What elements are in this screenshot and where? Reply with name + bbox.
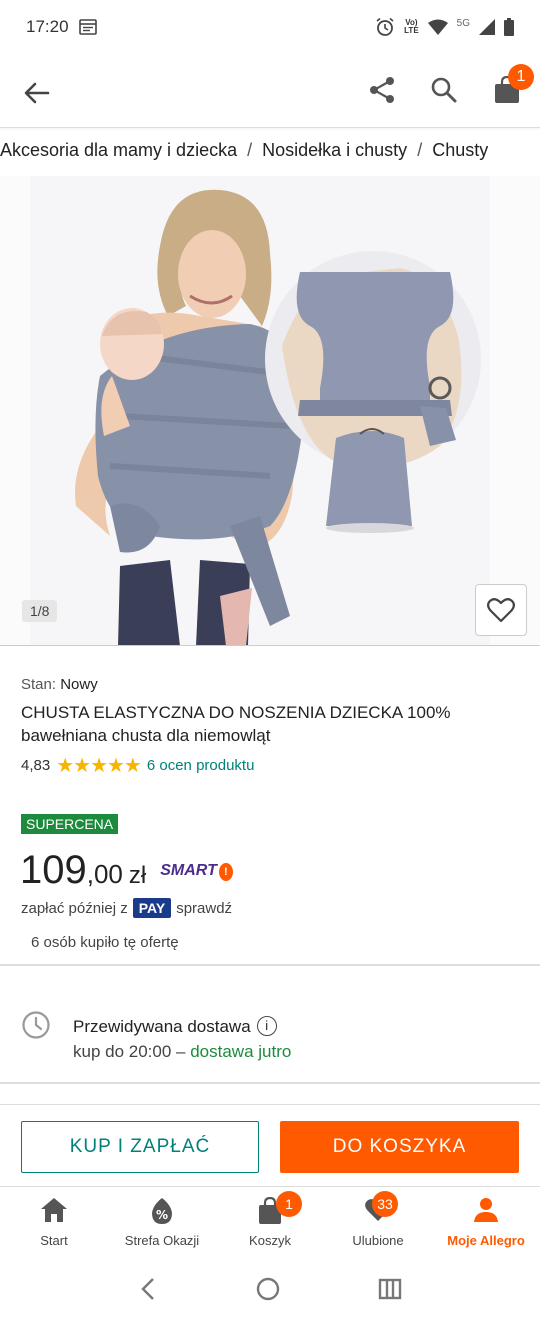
rating-count-link[interactable]: 6 ocen produktu — [147, 757, 255, 774]
volte-indicator: Vo) LTE — [404, 19, 419, 35]
status-time: 17:20 — [26, 17, 69, 36]
product-info: Stan: Nowy CHUSTA ELASTYCZNA DO NOSZENIA… — [21, 676, 521, 778]
home-icon — [41, 1198, 67, 1222]
system-navigation — [0, 1258, 540, 1320]
pay-later-text: zapłać później z — [21, 899, 128, 917]
back-arrow-icon[interactable] — [22, 78, 52, 108]
product-gallery[interactable]: 1/8 — [0, 176, 540, 646]
divider — [0, 1082, 540, 1084]
wifi-icon — [427, 19, 448, 35]
action-bar: KUP I ZAPŁAĆ DO KOSZYKA — [0, 1104, 540, 1186]
cart-count-badge: 1 — [508, 64, 534, 90]
breadcrumb-item[interactable]: Akcesoria dla mamy i dziecka — [0, 140, 237, 161]
nav-label-cart: Koszyk — [249, 1233, 291, 1248]
buy-now-button[interactable]: KUP I ZAPŁAĆ — [21, 1121, 259, 1173]
bought-count: 6 osób kupiło tę ofertę — [31, 934, 179, 951]
nav-label-deals: Strefa Okazji — [124, 1233, 200, 1248]
image-counter: 1/8 — [22, 600, 58, 622]
user-icon — [474, 1198, 498, 1222]
rating-row[interactable]: 4,83 ★★★★★ 6 ocen produktu — [21, 753, 521, 778]
delivery-highlight: dostawa jutro — [190, 1042, 292, 1061]
pay-badge: PAY — [132, 898, 172, 918]
price: 109,00 zł SMART! — [20, 848, 233, 893]
condition-value: Nowy — [60, 676, 98, 693]
nav-label-account: Moje Allegro — [447, 1233, 525, 1248]
breadcrumb-item[interactable]: Chusty — [432, 140, 488, 161]
breadcrumb-separator: / — [247, 140, 253, 160]
bottom-navigation: Start % Strefa Okazji 1 Koszyk 33 Ulubio… — [0, 1186, 540, 1258]
rating-score: 4,83 — [21, 757, 51, 774]
condition-row: Stan: Nowy — [21, 676, 521, 693]
delivery-line: kup do 20:00 – dostawa jutro — [73, 1042, 291, 1062]
divider — [0, 964, 540, 966]
product-image[interactable] — [0, 176, 540, 646]
heart-outline-icon — [487, 598, 515, 623]
system-recents-icon[interactable] — [378, 1278, 402, 1300]
clock-icon — [22, 1011, 50, 1039]
system-back-icon[interactable] — [138, 1277, 158, 1301]
price-decimal: ,00 — [86, 859, 123, 889]
price-integer: 109 — [20, 848, 87, 892]
add-to-favorites-button[interactable] — [475, 584, 527, 636]
nav-favorites-badge: 33 — [372, 1191, 398, 1217]
nav-label-start: Start — [40, 1233, 68, 1248]
smart-label: SMART — [160, 862, 217, 879]
battery-icon — [504, 18, 514, 36]
nav-item-cart[interactable]: 1 Koszyk — [216, 1187, 324, 1258]
info-icon[interactable]: i — [256, 1016, 277, 1036]
app-bar — [0, 54, 540, 128]
nav-item-account[interactable]: Moje Allegro — [432, 1187, 540, 1258]
delivery-title-row: Przewidywana dostawa i — [73, 1016, 277, 1037]
nav-cart-badge: 1 — [276, 1191, 302, 1217]
share-icon[interactable] — [368, 76, 396, 104]
delivery-cutoff: kup do 20:00 – — [73, 1042, 186, 1061]
rating-stars: ★★★★★ — [56, 755, 142, 777]
svg-text:%: % — [156, 1208, 168, 1222]
product-title: CHUSTA ELASTYCZNA DO NOSZENIA DZIECKA 10… — [21, 703, 451, 745]
price-currency: zł — [128, 862, 147, 889]
smart-mark-icon: ! — [218, 863, 233, 881]
delivery-title: Przewidywana dostawa — [73, 1017, 251, 1036]
pay-later-link[interactable]: sprawdź — [176, 900, 232, 917]
condition-label: Stan: — [21, 676, 57, 693]
nav-item-start[interactable]: Start — [0, 1187, 108, 1258]
search-icon[interactable] — [430, 76, 458, 104]
breadcrumb-item[interactable]: Nosidełka i chusty — [262, 140, 407, 161]
volte-bottom-text: LTE — [404, 26, 419, 35]
status-bar: 17:20 Vo) LTE 5G — [0, 0, 540, 54]
nav-item-favorites[interactable]: 33 Ulubione — [324, 1187, 432, 1258]
alarm-icon — [376, 17, 394, 36]
deals-percent-icon: % — [152, 1198, 172, 1224]
nav-label-favorites: Ulubione — [352, 1233, 404, 1248]
pay-later-row[interactable]: zapłać później z PAY sprawdź — [21, 898, 232, 918]
smart-logo[interactable]: SMART! — [160, 862, 233, 881]
signal-icon — [479, 19, 495, 35]
breadcrumb: Akcesoria dla mamy i dziecka / Nosidełka i… — [0, 140, 540, 168]
notification-icon — [78, 19, 97, 35]
add-to-cart-button[interactable]: DO KOSZYKA — [280, 1121, 519, 1173]
nav-item-deals[interactable]: % Strefa Okazji — [108, 1187, 216, 1258]
breadcrumb-separator: / — [417, 140, 423, 160]
system-home-icon[interactable] — [255, 1276, 281, 1302]
network-5g-label: 5G — [456, 17, 470, 29]
supercena-badge: SUPERCENA — [21, 814, 119, 834]
